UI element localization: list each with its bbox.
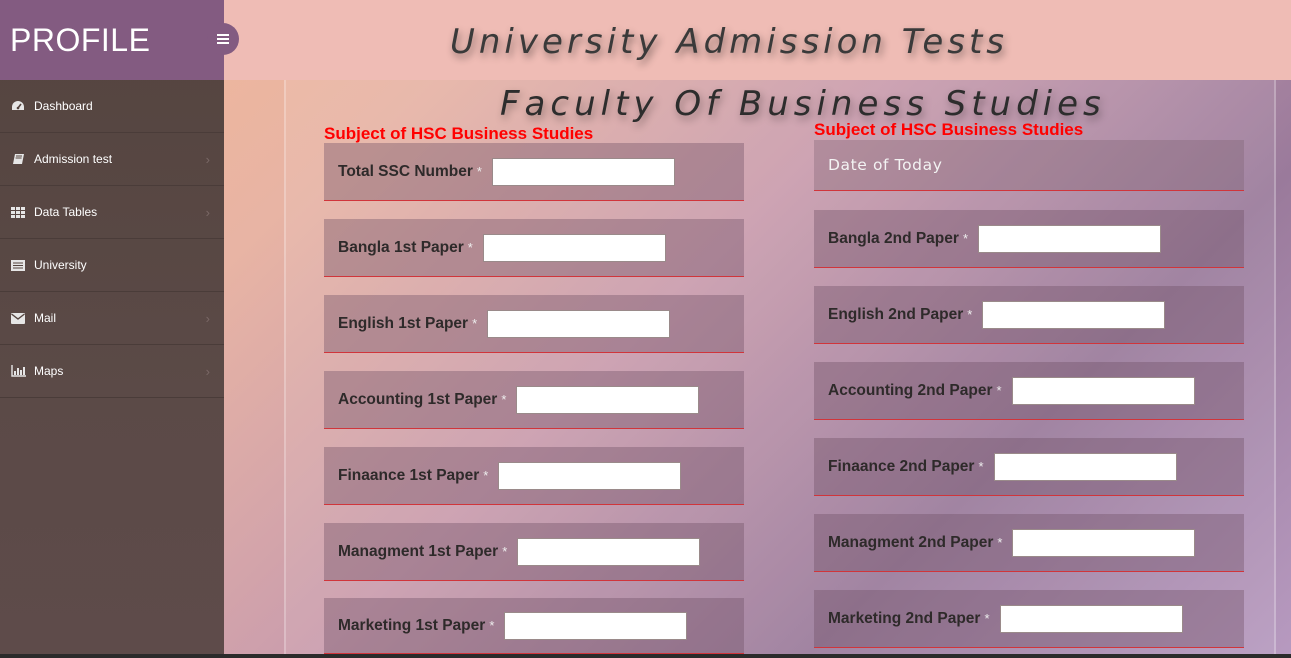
field-label: Finaance 1st Paper: [338, 466, 480, 484]
finance-2nd-paper-input[interactable]: [993, 452, 1177, 481]
required-marker: *: [984, 611, 990, 626]
list-icon: [9, 259, 27, 271]
header-title: University Admission Tests: [450, 22, 1009, 62]
book-icon: [9, 153, 27, 165]
english-1st-paper-input[interactable]: [487, 309, 671, 338]
form-row-management-1st: Managment 1st Paper *: [324, 523, 744, 581]
form-row-accounting-2nd: Accounting 2nd Paper *: [814, 362, 1244, 420]
form-row-management-2nd: Managment 2nd Paper *: [814, 514, 1244, 572]
sidebar-item-label: Dashboard: [34, 99, 93, 113]
required-marker: *: [467, 240, 473, 255]
sidebar-item-admission-test[interactable]: Admission test ›: [0, 133, 224, 186]
management-1st-paper-input[interactable]: [517, 537, 701, 566]
table-icon: [9, 206, 27, 218]
required-marker: *: [501, 392, 507, 407]
sidebar-item-dashboard[interactable]: Dashboard: [0, 80, 224, 133]
hamburger-icon: [217, 31, 229, 47]
form-row-finance-2nd: Finaance 2nd Paper *: [814, 438, 1244, 496]
field-label: Marketing 2nd Paper: [828, 609, 981, 627]
finance-1st-paper-input[interactable]: [498, 461, 682, 490]
menu-toggle-button[interactable]: [207, 23, 239, 55]
marketing-1st-paper-input[interactable]: [504, 611, 688, 640]
form-row-english-2nd: English 2nd Paper *: [814, 286, 1244, 344]
required-marker: *: [502, 544, 508, 559]
english-2nd-paper-input[interactable]: [982, 300, 1166, 329]
required-marker: *: [962, 231, 968, 246]
sidebar-item-maps[interactable]: Maps ›: [0, 345, 224, 398]
field-label: Bangla 2nd Paper: [828, 229, 959, 247]
accounting-2nd-paper-input[interactable]: [1011, 376, 1195, 405]
field-label: Bangla 1st Paper: [338, 238, 464, 256]
field-label: Marketing 1st Paper: [338, 616, 486, 634]
form-row-total-ssc: Total SSC Number *: [324, 143, 744, 201]
required-marker: *: [476, 164, 482, 179]
chevron-right-icon: ›: [205, 363, 210, 379]
field-label: Finaance 2nd Paper: [828, 457, 975, 475]
required-marker: *: [472, 316, 478, 331]
accounting-1st-paper-input[interactable]: [516, 385, 700, 414]
dashboard-icon: [9, 100, 27, 112]
bangla-1st-paper-input[interactable]: [482, 233, 666, 262]
total-ssc-number-input[interactable]: [491, 157, 675, 186]
field-label: Managment 1st Paper: [338, 542, 499, 560]
date-of-today-label: Date of Today: [828, 156, 943, 174]
field-label: Total SSC Number: [338, 162, 473, 180]
form-row-bangla-2nd: Bangla 2nd Paper *: [814, 210, 1244, 268]
brand-title: PROFILE: [10, 21, 151, 58]
sidebar-item-university[interactable]: University: [0, 239, 224, 292]
required-marker: *: [489, 618, 495, 633]
field-label: English 1st Paper: [338, 314, 469, 332]
sidebar-item-label: Data Tables: [34, 205, 98, 219]
form-row-marketing-1st: Marketing 1st Paper *: [324, 598, 744, 654]
required-marker: *: [967, 307, 973, 322]
marketing-2nd-paper-input[interactable]: [999, 604, 1183, 633]
chevron-right-icon: ›: [205, 151, 210, 167]
required-marker: *: [483, 468, 489, 483]
envelope-icon: [9, 312, 27, 324]
required-marker: *: [996, 383, 1002, 398]
sidebar-item-data-tables[interactable]: Data Tables ›: [0, 186, 224, 239]
sidebar-item-label: Mail: [34, 311, 57, 325]
field-label: English 2nd Paper: [828, 305, 964, 323]
chevron-right-icon: ›: [205, 204, 210, 220]
sidebar-item-label: Maps: [34, 364, 64, 378]
date-of-today-row: Date of Today: [814, 140, 1244, 191]
field-label: Accounting 2nd Paper: [828, 381, 993, 399]
form-row-accounting-1st: Accounting 1st Paper *: [324, 371, 744, 429]
form-row-marketing-2nd: Marketing 2nd Paper *: [814, 590, 1244, 648]
form-row-english-1st: English 1st Paper *: [324, 295, 744, 353]
bar-chart-icon: [9, 365, 27, 377]
sidebar-item-label: Admission test: [34, 152, 113, 166]
brand-bar: PROFILE: [0, 0, 224, 80]
required-marker: *: [978, 459, 984, 474]
required-marker: *: [997, 535, 1003, 550]
field-label: Managment 2nd Paper: [828, 533, 994, 551]
top-header: University Admission Tests: [224, 0, 1291, 80]
left-subject-heading: Subject of HSC Business Studies: [324, 124, 594, 143]
sidebar: PROFILE Dashboard Admission test › Data …: [0, 0, 224, 658]
faculty-title: Faculty Of Business Studies: [500, 84, 1106, 124]
right-subject-heading: Subject of HSC Business Studies: [814, 120, 1084, 139]
form-row-bangla-1st: Bangla 1st Paper *: [324, 219, 744, 277]
management-2nd-paper-input[interactable]: [1012, 528, 1196, 557]
field-label: Accounting 1st Paper: [338, 390, 498, 408]
bangla-2nd-paper-input[interactable]: [978, 224, 1161, 253]
chevron-right-icon: ›: [205, 310, 210, 326]
form-row-finance-1st: Finaance 1st Paper *: [324, 447, 744, 505]
bottom-scrollbar[interactable]: [0, 654, 1291, 658]
sidebar-item-label: University: [34, 258, 87, 272]
sidebar-item-mail[interactable]: Mail ›: [0, 292, 224, 345]
